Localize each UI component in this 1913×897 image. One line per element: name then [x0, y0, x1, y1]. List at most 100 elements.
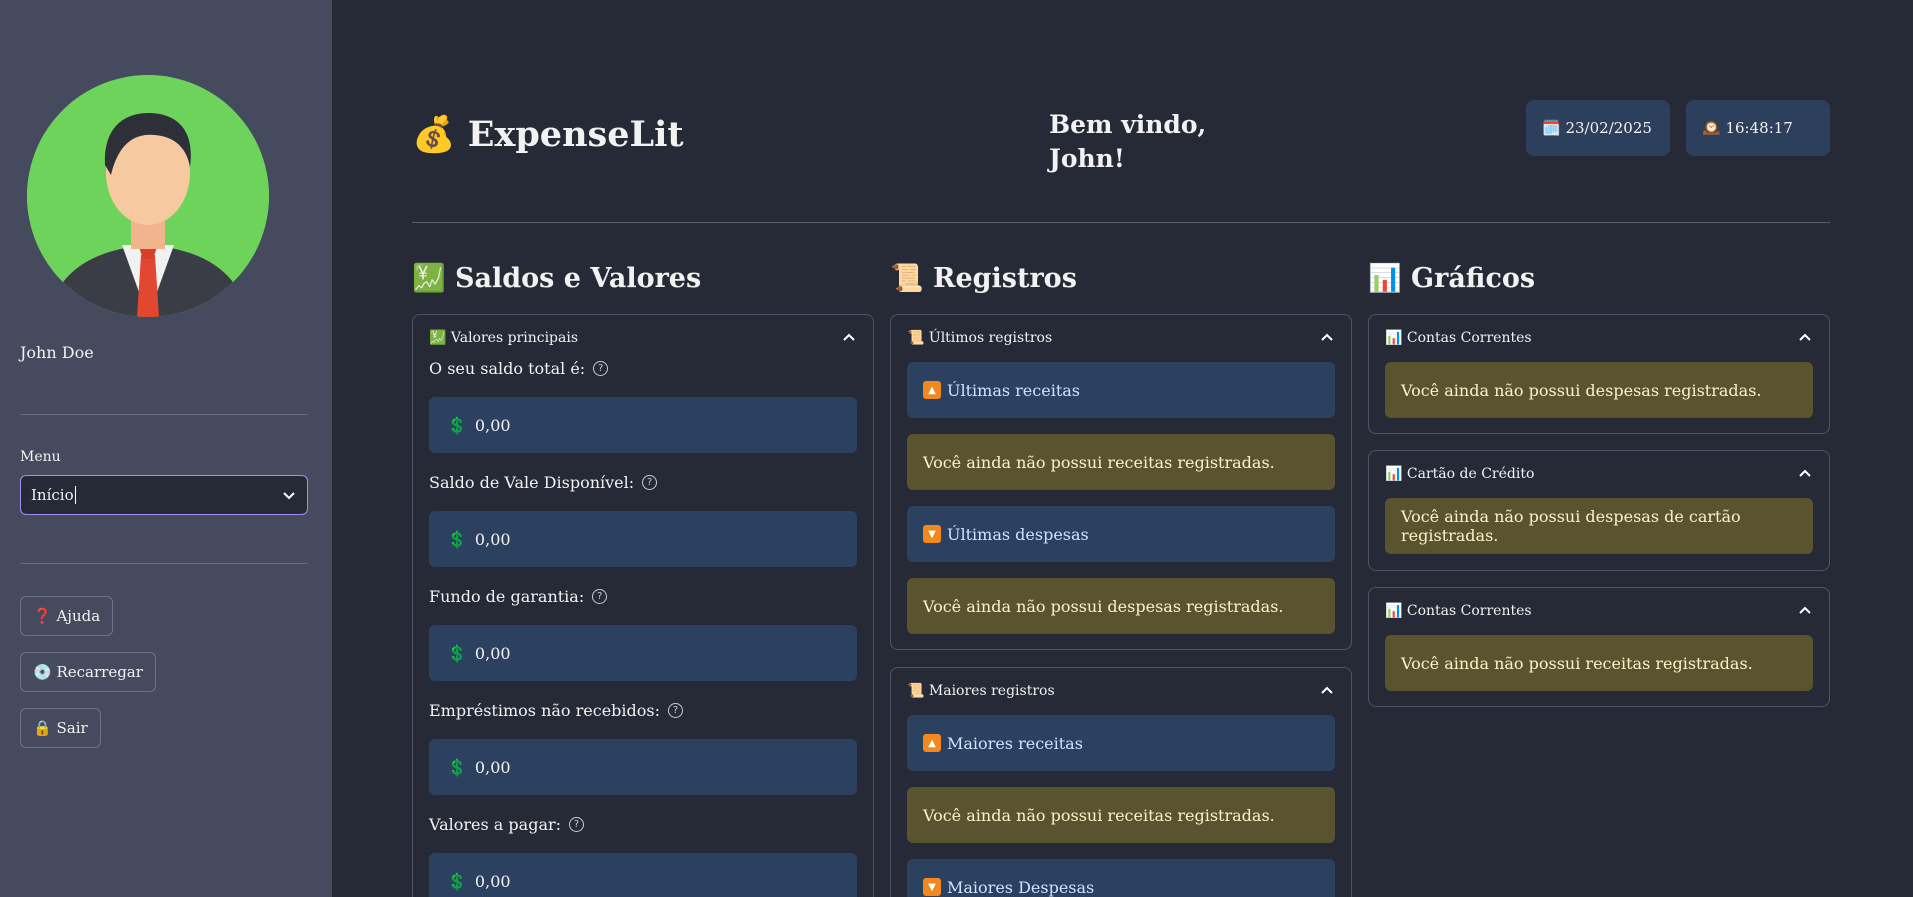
panel-title-text: Contas Correntes — [1406, 603, 1532, 619]
menu-select[interactable]: Início — [20, 475, 308, 515]
up-arrow-icon: ▲ — [923, 734, 941, 752]
value-text: 0,00 — [474, 529, 511, 549]
time-text: 16:48:17 — [1725, 119, 1793, 137]
chevron-up-icon[interactable] — [1797, 603, 1813, 619]
reload-button[interactable]: 💿 Recarregar — [20, 652, 156, 692]
field-label-text: Fundo de garantia: — [429, 586, 585, 606]
reload-button-label: Recarregar — [56, 663, 143, 681]
field-label-text: Empréstimos não recebidos: — [429, 700, 661, 720]
chart-yen-icon: 💹 — [429, 330, 447, 346]
value-text: 0,00 — [474, 871, 511, 891]
section-title-text: Registros — [933, 263, 1077, 294]
field-label: Empréstimos não recebidos:? — [429, 698, 857, 722]
dollar-icon: 💲 — [447, 757, 467, 777]
warning-box: Você ainda não possui despesas registrad… — [907, 578, 1335, 634]
info-text: Maiores receitas — [947, 733, 1083, 753]
info-box: ▲ Maiores receitas — [907, 715, 1335, 771]
bar-chart-icon: 📊 — [1385, 603, 1403, 619]
warning-box: Você ainda não possui despesas registrad… — [1385, 362, 1813, 418]
warning-text: Você ainda não possui despesas de cartão… — [1401, 507, 1741, 545]
info-box: ▼ Últimas despesas — [907, 506, 1335, 562]
scroll-icon: 📜 — [907, 683, 925, 699]
menu-select-value: Início — [31, 486, 76, 504]
chevron-up-icon[interactable] — [1797, 466, 1813, 482]
bar-chart-icon: 📊 — [1368, 263, 1402, 294]
app-title-text: ExpenseLit — [467, 114, 684, 155]
calendar-icon: 🗓️ — [1542, 119, 1561, 137]
help-button-label: Ajuda — [56, 607, 101, 625]
header-divider — [412, 222, 1830, 223]
warning-text: Você ainda não possui despesas registrad… — [923, 596, 1284, 616]
lock-icon: 🔒 — [33, 719, 52, 737]
field-label-text: Saldo de Vale Disponível: — [429, 472, 635, 492]
dollar-icon: 💲 — [447, 871, 467, 891]
down-arrow-icon: ▼ — [923, 525, 941, 543]
logout-button-label: Sair — [56, 719, 88, 737]
value-box: 💲 0,00 — [429, 739, 857, 795]
bar-chart-icon: 📊 — [1385, 330, 1403, 346]
info-text: Últimas receitas — [947, 380, 1080, 400]
panel-ultimos-registros: 📜 Últimos registros ▲ Últimas receitas Vo… — [890, 314, 1352, 650]
warning-text: Você ainda não possui receitas registrad… — [923, 805, 1275, 825]
panel-contas-correntes-despesas: 📊 Contas Correntes Você ainda não possui… — [1368, 314, 1830, 434]
panel-title-text: Últimos registros — [928, 330, 1053, 346]
chevron-up-icon[interactable] — [1319, 683, 1335, 699]
panel-header[interactable]: 💹 Valores principais — [429, 315, 857, 361]
help-circle-icon[interactable]: ? — [593, 360, 609, 376]
up-arrow-icon: ▲ — [923, 381, 941, 399]
panel-header[interactable]: 📊 Contas Correntes — [1385, 588, 1813, 634]
panel-title: 📊 Cartão de Crédito — [1385, 466, 1534, 482]
info-box: ▼ Maiores Despesas — [907, 859, 1335, 897]
panel-title: 📜 Últimos registros — [907, 330, 1052, 346]
help-circle-icon[interactable]: ? — [668, 702, 684, 718]
help-button[interactable]: ❓ Ajuda — [20, 596, 114, 636]
field-label-text: O seu saldo total é: — [429, 358, 586, 378]
welcome-line: Bem vindo, — [1049, 110, 1207, 139]
panel-title-text: Contas Correntes — [1406, 330, 1532, 346]
panel-cartao-credito: 📊 Cartão de Crédito Você ainda não possu… — [1368, 450, 1830, 571]
divider — [20, 414, 308, 415]
money-bag-icon: 💰 — [412, 115, 456, 155]
value-box: 💲 0,00 — [429, 511, 857, 567]
field-label: Valores a pagar:? — [429, 812, 857, 836]
section-title-registros: 📜 Registros — [890, 262, 1077, 294]
panel-header[interactable]: 📜 Maiores registros — [907, 668, 1335, 714]
dollar-icon: 💲 — [447, 415, 467, 435]
panel-header[interactable]: 📊 Cartão de Crédito — [1385, 451, 1813, 497]
divider — [20, 563, 308, 564]
sidebar: John Doe Menu Início ❓ Ajuda 💿 Recarrega… — [0, 0, 332, 897]
panel-title: 📊 Contas Correntes — [1385, 330, 1532, 346]
warning-box: Você ainda não possui receitas registrad… — [1385, 635, 1813, 691]
chevron-up-icon[interactable] — [1319, 330, 1335, 346]
welcome-message: Bem vindo, John! — [1049, 108, 1219, 176]
section-title-text: Gráficos — [1411, 263, 1536, 294]
panel-title: 📜 Maiores registros — [907, 683, 1055, 699]
businessman-avatar-icon — [27, 75, 269, 317]
section-title-saldos: 💹 Saldos e Valores — [412, 262, 701, 294]
field-label-text: Valores a pagar: — [429, 814, 562, 834]
username: John Doe — [20, 343, 94, 362]
down-arrow-icon: ▼ — [923, 878, 941, 896]
field-label: Fundo de garantia:? — [429, 584, 857, 608]
warning-box: Você ainda não possui receitas registrad… — [907, 787, 1335, 843]
help-circle-icon[interactable]: ? — [569, 816, 585, 832]
dollar-icon: 💲 — [447, 529, 467, 549]
bar-chart-icon: 📊 — [1385, 466, 1403, 482]
info-text: Maiores Despesas — [947, 877, 1095, 897]
avatar — [27, 75, 269, 317]
chart-yen-icon: 💹 — [412, 263, 446, 294]
help-circle-icon[interactable]: ? — [592, 588, 608, 604]
panel-header[interactable]: 📜 Últimos registros — [907, 315, 1335, 361]
logout-button[interactable]: 🔒 Sair — [20, 708, 101, 748]
chevron-up-icon[interactable] — [841, 330, 857, 346]
panel-title: 💹 Valores principais — [429, 330, 578, 346]
value-box: 💲 0,00 — [429, 853, 857, 897]
value-text: 0,00 — [474, 415, 511, 435]
chevron-down-icon — [283, 492, 295, 500]
help-circle-icon[interactable]: ? — [642, 474, 658, 490]
value-text: 0,00 — [474, 757, 511, 777]
date-badge: 🗓️ 23/02/2025 — [1526, 100, 1670, 156]
panel-header[interactable]: 📊 Contas Correntes — [1385, 315, 1813, 361]
chevron-up-icon[interactable] — [1797, 330, 1813, 346]
question-icon: ❓ — [33, 607, 52, 625]
